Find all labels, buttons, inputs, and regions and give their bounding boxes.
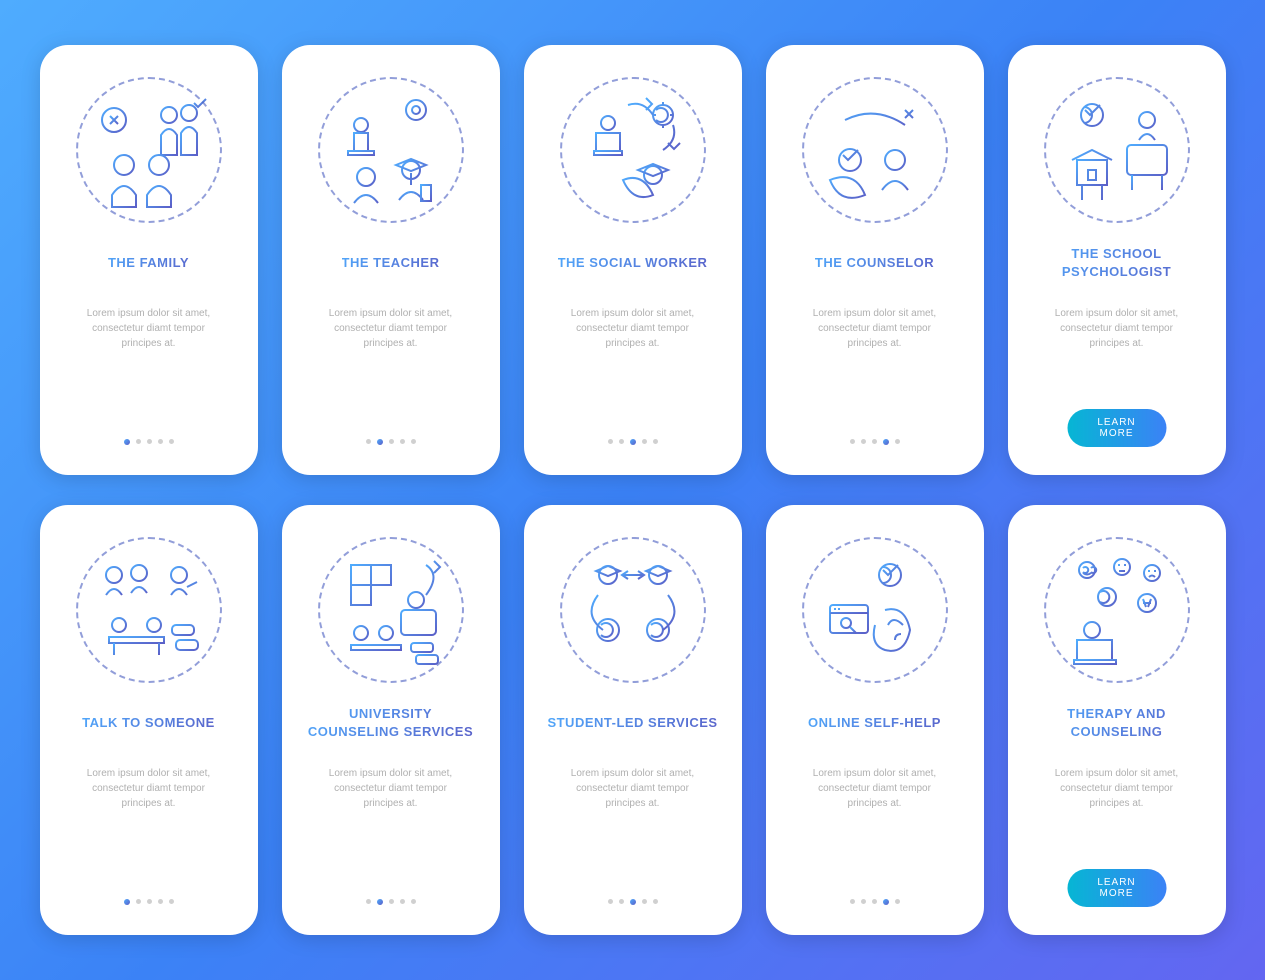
pagination-dots[interactable] xyxy=(124,439,174,445)
card-title: THE SOCIAL WORKER xyxy=(558,245,708,281)
card-title: THERAPY AND COUNSELING xyxy=(1030,705,1204,741)
screen: THE FAMILY Lorem ipsum dolor sit amet, c… xyxy=(50,55,248,465)
screen: THE SOCIAL WORKER Lorem ipsum dolor sit … xyxy=(534,55,732,465)
card-desc: Lorem ipsum dolor sit amet, consectetur … xyxy=(1030,306,1204,351)
row-1: THE FAMILY Lorem ipsum dolor sit amet, c… xyxy=(40,45,1226,475)
card-desc: Lorem ipsum dolor sit amet, consectetur … xyxy=(304,306,478,351)
talk-icon xyxy=(74,535,224,685)
screen: THE TEACHER Lorem ipsum dolor sit amet, … xyxy=(292,55,490,465)
card-desc: Lorem ipsum dolor sit amet, consectetur … xyxy=(546,766,720,811)
card-title: ONLINE SELF-HELP xyxy=(808,705,941,741)
student-led-icon xyxy=(558,535,708,685)
online-help-icon xyxy=(800,535,950,685)
phone-card: THE COUNSELOR Lorem ipsum dolor sit amet… xyxy=(766,45,984,475)
therapy-icon xyxy=(1042,535,1192,685)
card-desc: Lorem ipsum dolor sit amet, consectetur … xyxy=(546,306,720,351)
card-title: THE COUNSELOR xyxy=(815,245,934,281)
card-desc: Lorem ipsum dolor sit amet, consectetur … xyxy=(304,766,478,811)
card-title: STUDENT-LED SERVICES xyxy=(547,705,717,741)
phone-card: THE TEACHER Lorem ipsum dolor sit amet, … xyxy=(282,45,500,475)
phone-card: ONLINE SELF-HELP Lorem ipsum dolor sit a… xyxy=(766,505,984,935)
card-desc: Lorem ipsum dolor sit amet, consectetur … xyxy=(62,306,236,351)
social-worker-icon xyxy=(558,75,708,225)
learn-more-button[interactable]: LEARN MORE xyxy=(1067,409,1166,447)
phone-card: THE SOCIAL WORKER Lorem ipsum dolor sit … xyxy=(524,45,742,475)
phone-card: TALK TO SOMEONE Lorem ipsum dolor sit am… xyxy=(40,505,258,935)
card-desc: Lorem ipsum dolor sit amet, consectetur … xyxy=(788,766,962,811)
pagination-dots[interactable] xyxy=(850,899,900,905)
row-2: TALK TO SOMEONE Lorem ipsum dolor sit am… xyxy=(40,505,1226,935)
phone-card: THERAPY AND COUNSELING Lorem ipsum dolor… xyxy=(1008,505,1226,935)
card-title: THE SCHOOL PSYCHOLOGIST xyxy=(1030,245,1204,281)
family-icon xyxy=(74,75,224,225)
phone-card: THE FAMILY Lorem ipsum dolor sit amet, c… xyxy=(40,45,258,475)
screen: THERAPY AND COUNSELING Lorem ipsum dolor… xyxy=(1018,515,1216,925)
pagination-dots[interactable] xyxy=(366,439,416,445)
phone-card: UNIVERSITY COUNSELING SERVICES Lorem ips… xyxy=(282,505,500,935)
pagination-dots[interactable] xyxy=(850,439,900,445)
university-icon xyxy=(316,535,466,685)
card-title: TALK TO SOMEONE xyxy=(82,705,215,741)
card-desc: Lorem ipsum dolor sit amet, consectetur … xyxy=(62,766,236,811)
pagination-dots[interactable] xyxy=(366,899,416,905)
pagination-dots[interactable] xyxy=(608,439,658,445)
learn-more-button[interactable]: LEARN MORE xyxy=(1067,869,1166,907)
screen: THE COUNSELOR Lorem ipsum dolor sit amet… xyxy=(776,55,974,465)
card-title: THE FAMILY xyxy=(108,245,189,281)
card-title: THE TEACHER xyxy=(342,245,440,281)
screen: ONLINE SELF-HELP Lorem ipsum dolor sit a… xyxy=(776,515,974,925)
phone-card: THE SCHOOL PSYCHOLOGIST Lorem ipsum dolo… xyxy=(1008,45,1226,475)
counselor-icon xyxy=(800,75,950,225)
card-desc: Lorem ipsum dolor sit amet, consectetur … xyxy=(788,306,962,351)
pagination-dots[interactable] xyxy=(124,899,174,905)
screen: UNIVERSITY COUNSELING SERVICES Lorem ips… xyxy=(292,515,490,925)
psychologist-icon xyxy=(1042,75,1192,225)
teacher-icon xyxy=(316,75,466,225)
screen: THE SCHOOL PSYCHOLOGIST Lorem ipsum dolo… xyxy=(1018,55,1216,465)
screen: STUDENT-LED SERVICES Lorem ipsum dolor s… xyxy=(534,515,732,925)
pagination-dots[interactable] xyxy=(608,899,658,905)
phone-card: STUDENT-LED SERVICES Lorem ipsum dolor s… xyxy=(524,505,742,935)
screen: TALK TO SOMEONE Lorem ipsum dolor sit am… xyxy=(50,515,248,925)
card-desc: Lorem ipsum dolor sit amet, consectetur … xyxy=(1030,766,1204,811)
card-title: UNIVERSITY COUNSELING SERVICES xyxy=(304,705,478,741)
